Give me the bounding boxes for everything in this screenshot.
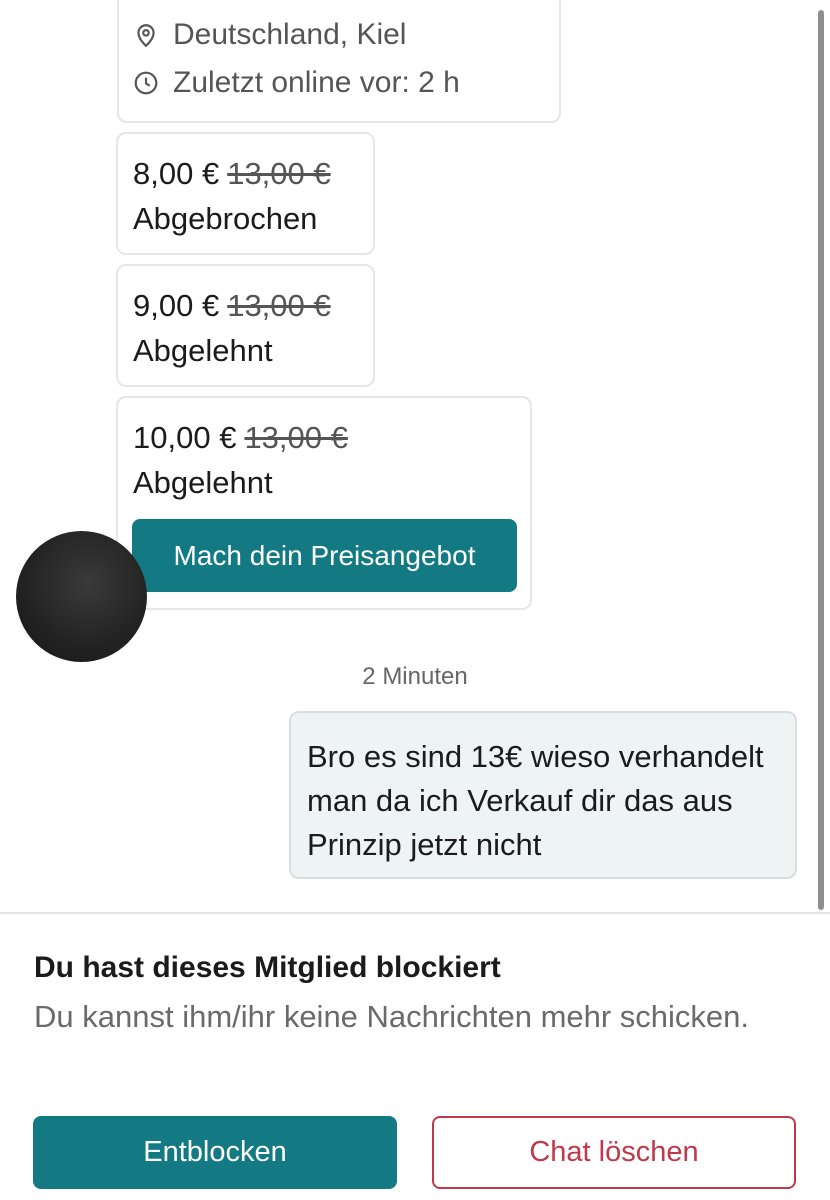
- offer-original-price: 13,00 €: [244, 420, 348, 455]
- delete-chat-button[interactable]: Chat löschen: [432, 1116, 796, 1189]
- message-timestamp: 2 Minuten: [0, 663, 830, 691]
- scrollbar[interactable]: [818, 10, 824, 910]
- offer-original-price: 13,00 €: [227, 156, 331, 191]
- offer-price: 10,00 €: [133, 420, 237, 455]
- blocked-title: Du hast dieses Mitglied blockiert: [34, 951, 501, 984]
- timestamp-text: 2 Minuten: [362, 663, 468, 690]
- profile-card: Deutschland, Kiel Zuletzt online vor: 2 …: [117, 0, 561, 123]
- profile-last-online: Zuletzt online vor: 2 h: [173, 66, 460, 99]
- make-offer-button[interactable]: Mach dein Preisangebot: [132, 519, 517, 592]
- offer-price: 8,00 €: [133, 156, 220, 191]
- offer-card: 9,00 €13,00 € Abgelehnt: [116, 264, 375, 387]
- offer-card: 10,00 €13,00 € Abgelehnt Mach dein Preis…: [116, 396, 532, 610]
- last-online-row: Zuletzt online vor: 2 h: [133, 66, 460, 100]
- avatar[interactable]: [16, 531, 147, 662]
- own-message-bubble: Bro es sind 13€ wieso verhandelt man da …: [289, 711, 797, 879]
- chat-area[interactable]: Deutschland, Kiel Zuletzt online vor: 2 …: [0, 0, 830, 912]
- offer-original-price: 13,00 €: [227, 288, 331, 323]
- offer-price-line: 8,00 €13,00 €: [133, 156, 331, 192]
- clock-icon: [133, 70, 159, 96]
- unblock-button[interactable]: Entblocken: [33, 1116, 397, 1189]
- location-row: Deutschland, Kiel: [133, 18, 406, 52]
- divider: [0, 912, 830, 914]
- offer-price-line: 9,00 €13,00 €: [133, 288, 331, 324]
- offer-status: Abgelehnt: [133, 465, 273, 500]
- offer-price: 9,00 €: [133, 288, 220, 323]
- location-pin-icon: [133, 22, 159, 48]
- offer-price-line: 10,00 €13,00 €: [133, 420, 348, 456]
- profile-location: Deutschland, Kiel: [173, 18, 407, 51]
- offer-status: Abgelehnt: [133, 333, 273, 368]
- offer-card: 8,00 €13,00 € Abgebrochen: [116, 132, 375, 255]
- offer-status: Abgebrochen: [133, 201, 318, 236]
- blocked-text: Du kannst ihm/ihr keine Nachrichten mehr…: [34, 999, 750, 1034]
